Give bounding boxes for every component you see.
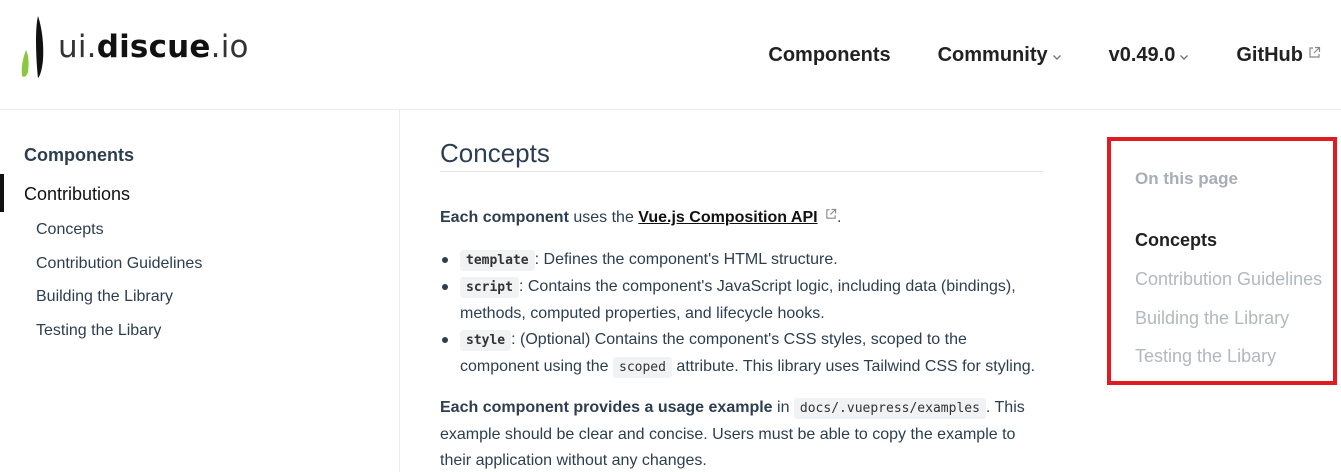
nav-github-link[interactable]: GitHub [1236,44,1321,67]
nav-community-dropdown[interactable]: Community [938,44,1062,67]
sidebar-group-contributions[interactable]: Contributions [24,184,130,205]
title-divider [440,171,1043,172]
vue-composition-api-link[interactable]: Vue.js Composition API [638,209,817,226]
list-item: template: Defines the component's HTML s… [440,247,1040,274]
inline-code: scoped [613,357,672,378]
external-link-icon [1309,46,1321,58]
toc-item-concepts[interactable]: Concepts [1135,230,1217,251]
nav-components[interactable]: Components [768,44,890,67]
sidebar-group-components[interactable]: Components [24,145,134,166]
inline-code: script [460,277,519,298]
logo-link[interactable]: ui.discue.io [18,12,249,82]
sidebar-item-testing-the-libary[interactable]: Testing the Libary [36,322,161,340]
sidebar-active-indicator [0,174,4,212]
intro-paragraph: Each component uses the Vue.js Compositi… [440,208,842,226]
chevron-down-icon [1180,55,1189,60]
logo-text: ui.discue.io [58,28,249,65]
logo-mark-icon [21,16,44,78]
sidebar-item-building-the-library[interactable]: Building the Library [36,288,173,306]
nav-version-dropdown[interactable]: v0.49.0 [1109,44,1190,67]
toc-item-building-the-library[interactable]: Building the Library [1135,308,1289,329]
toc-heading: On this page [1135,169,1238,188]
on-this-page-toc: On this page Concepts Contribution Guide… [1107,137,1337,385]
list-item: style: (Optional) Contains the component… [440,327,1040,381]
inline-code: style [460,330,512,351]
sidebar-item-contribution-guidelines[interactable]: Contribution Guidelines [36,255,202,273]
inline-code: docs/.vuepress/examples [793,398,986,419]
external-link-icon [826,208,837,219]
page-title: Concepts [440,138,550,168]
toc-item-contribution-guidelines[interactable]: Contribution Guidelines [1135,269,1322,290]
sidebar-item-concepts[interactable]: Concepts [36,221,104,239]
example-paragraph: Each component provides a usage example … [440,398,1025,469]
site-header: ui.discue.io Components Community v0.49.… [0,0,1341,110]
list-item: script: Contains the component's JavaScr… [440,274,1040,327]
chevron-down-icon [1052,55,1061,60]
component-parts-list: template: Defines the component's HTML s… [440,247,1040,381]
toc-item-testing-the-libary[interactable]: Testing the Libary [1135,346,1276,367]
top-nav: Components Community v0.49.0 GitHub [768,44,1321,67]
inline-code: template [460,250,535,271]
